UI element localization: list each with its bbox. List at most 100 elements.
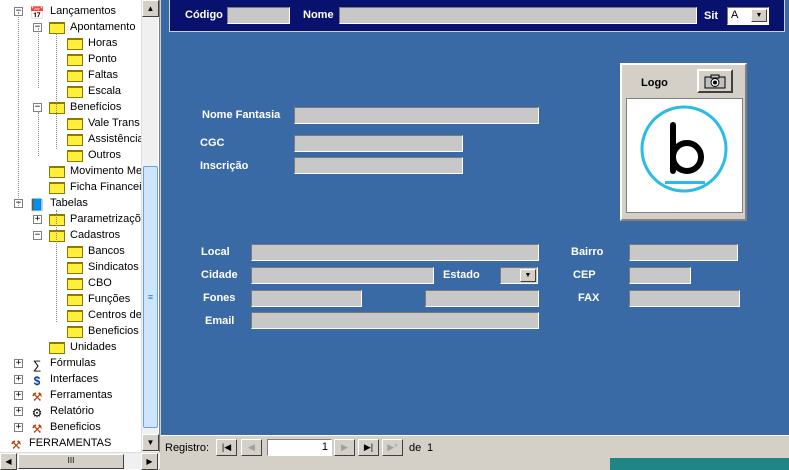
de-label: de (409, 442, 422, 454)
expand-icon[interactable]: + (14, 407, 23, 416)
folder-icon (49, 102, 65, 114)
estado-select[interactable]: ▼ (500, 267, 538, 284)
sit-label: Sit (704, 10, 719, 22)
tree-item-label: Unidades (70, 341, 117, 353)
cep-label: CEP (573, 269, 596, 281)
folder-icon (67, 54, 83, 66)
first-record-button[interactable]: |◀ (216, 439, 237, 456)
cgc-input[interactable] (294, 135, 463, 152)
email-label: Email (205, 315, 235, 327)
inscricao-input[interactable] (294, 157, 463, 174)
tree-item-label: Fórmulas (50, 357, 96, 369)
tree-item-label: Ferramentas (50, 389, 113, 401)
collapse-icon[interactable]: − (33, 231, 42, 240)
vertical-scrollbar[interactable]: ▲ ≡ ▼ (141, 0, 159, 452)
expand-icon[interactable]: + (14, 423, 23, 432)
folder-icon (67, 294, 83, 306)
tree-item-label: Faltas (88, 69, 118, 81)
tree-item-label: FERRAMENTAS (29, 437, 112, 449)
tree-guide-line (38, 112, 39, 156)
folder-icon (67, 246, 83, 258)
scrollbar-thumb[interactable]: ≡ (143, 166, 158, 428)
fones-label: Fones (203, 292, 236, 304)
record-navigator: Registro: |◀ ◀ 1 ▶ ▶| ▶* de 1 (161, 435, 789, 458)
fone1-input[interactable] (251, 290, 362, 307)
cep-input[interactable] (629, 267, 691, 284)
fone2-input[interactable] (425, 290, 539, 307)
tree-item-label: Interfaces (50, 373, 99, 385)
chevron-down-icon[interactable]: ▼ (520, 269, 536, 282)
record-number-input[interactable]: 1 (267, 439, 332, 456)
last-record-button[interactable]: ▶| (358, 439, 379, 456)
tools-icon: ⚒ (10, 438, 22, 452)
new-record-button[interactable]: ▶* (382, 439, 403, 456)
folder-icon (49, 342, 65, 354)
expand-icon[interactable]: + (14, 375, 23, 384)
folder-icon (49, 182, 65, 194)
expand-icon[interactable]: + (14, 359, 23, 368)
tools-icon: ⚒ (31, 390, 43, 404)
nome-label: Nome (303, 9, 334, 21)
tree-guide-line (56, 33, 57, 149)
dollar-icon: $ (33, 374, 41, 388)
folder-icon (67, 86, 83, 98)
prev-record-button[interactable]: ◀ (241, 439, 262, 456)
tree-guide-line (18, 12, 19, 206)
folder-icon (49, 22, 65, 34)
total-records: 1 (427, 442, 434, 454)
bairro-input[interactable] (629, 244, 738, 261)
tree-item-label: Parametrizaçõ (70, 213, 141, 225)
estado-label: Estado (443, 269, 480, 281)
expand-icon[interactable]: + (33, 215, 42, 224)
collapse-icon[interactable]: − (33, 103, 42, 112)
logo-image[interactable] (626, 98, 743, 213)
registro-label: Registro: (165, 442, 210, 454)
fax-label: FAX (578, 292, 600, 304)
navigation-tree: − 📅 Lançamentos − Apontamento Horas Ponto Falta… (0, 0, 160, 470)
chevron-down-icon[interactable]: ▼ (751, 9, 767, 22)
teal-bar (610, 458, 789, 470)
hscrollbar-thumb[interactable]: III (18, 454, 124, 469)
tree-item-label: Lançamentos (50, 5, 117, 17)
folder-icon (67, 134, 83, 146)
scroll-up-button[interactable]: ▲ (142, 0, 159, 17)
horizontal-scrollbar[interactable]: ◀ III ▶ (0, 452, 160, 470)
fax-input[interactable] (629, 290, 740, 307)
company-form: Código Nome Sit A ▼ Nome Fantasia CGC In… (161, 0, 789, 435)
tree-item-label: Beneficios (88, 325, 139, 337)
email-input[interactable] (251, 312, 539, 329)
scroll-left-button[interactable]: ◀ (0, 453, 17, 470)
nome-input[interactable] (339, 7, 697, 24)
book-icon: 📘 (29, 198, 45, 212)
tree-guide-line (56, 210, 57, 322)
nome-fantasia-input[interactable] (294, 107, 539, 124)
tree-item-label: Apontamento (70, 21, 136, 33)
bairro-label: Bairro (571, 246, 604, 258)
cidade-input[interactable] (251, 267, 434, 284)
tree-viewport: − 📅 Lançamentos − Apontamento Horas Ponto Falta… (0, 0, 141, 452)
folder-icon (67, 38, 83, 50)
expand-icon[interactable]: + (14, 391, 23, 400)
scroll-down-button[interactable]: ▼ (142, 434, 159, 451)
tools-icon: ⚒ (31, 422, 43, 436)
camera-button[interactable] (697, 69, 733, 93)
local-input[interactable] (251, 244, 539, 261)
folder-icon (49, 166, 65, 178)
tree-item-label: CBO (88, 277, 112, 289)
folder-icon (49, 230, 65, 242)
tree-item-label: Cadastros (70, 229, 121, 241)
folder-icon (67, 278, 83, 290)
folder-icon (67, 262, 83, 274)
scroll-right-button[interactable]: ▶ (141, 453, 158, 470)
tree-item-label: Outros (88, 149, 122, 161)
folder-icon (67, 118, 83, 130)
gear-icon: ⚙ (31, 406, 43, 420)
sit-select[interactable]: A ▼ (727, 7, 769, 25)
tree-item-label: Beneficios (50, 421, 101, 433)
tree-item-label: Vale Trans (88, 117, 140, 129)
codigo-input[interactable] (227, 7, 290, 24)
tree-item-label: Assistência (88, 133, 141, 145)
logo-label: Logo (641, 77, 668, 89)
b-logo-icon (640, 105, 728, 193)
next-record-button[interactable]: ▶ (334, 439, 355, 456)
